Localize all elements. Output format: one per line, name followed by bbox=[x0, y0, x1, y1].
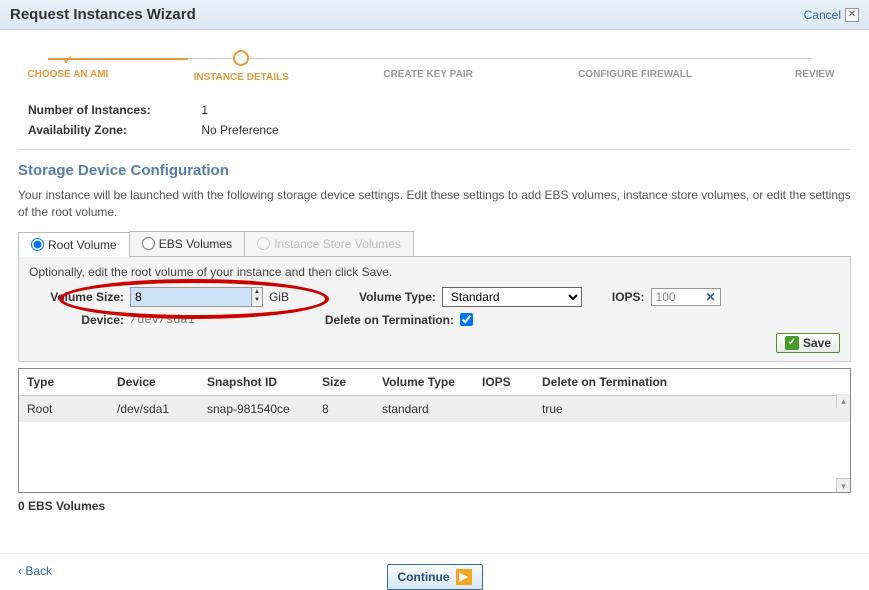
availability-zone-value: No Preference bbox=[201, 123, 278, 137]
step-configure-firewall: CONFIGURE FIREWALL bbox=[572, 53, 699, 80]
close-icon[interactable]: ✕ bbox=[845, 8, 859, 22]
tab-ebs-volumes[interactable]: EBS Volumes bbox=[129, 231, 245, 256]
ebs-volumes-count: 0 EBS Volumes bbox=[18, 499, 851, 513]
availability-zone-row: Availability Zone: No Preference bbox=[28, 123, 841, 137]
num-instances-row: Number of Instances: 1 bbox=[28, 103, 841, 117]
iops-field: 100 ✕ bbox=[651, 288, 721, 306]
cancel-link[interactable]: Cancel bbox=[804, 8, 841, 22]
check-icon: ✓ bbox=[18, 53, 118, 67]
tab-instance-store: Instance Store Volumes bbox=[244, 231, 414, 256]
step-choose-ami[interactable]: ✓ CHOOSE AN AMI bbox=[18, 53, 118, 80]
step-active-dot-icon bbox=[233, 50, 249, 66]
back-link[interactable]: ‹ Back bbox=[18, 564, 52, 578]
col-type: Type bbox=[27, 375, 117, 389]
col-size: Size bbox=[322, 375, 382, 389]
iops-clear-icon[interactable]: ✕ bbox=[705, 290, 715, 304]
col-snapshot: Snapshot ID bbox=[207, 375, 322, 389]
col-iops: IOPS bbox=[482, 375, 542, 389]
wizard-title: Request Instances Wizard bbox=[10, 6, 196, 23]
col-vtype: Volume Type bbox=[382, 375, 482, 389]
wizard-header: Request Instances Wizard Cancel ✕ bbox=[0, 0, 869, 30]
col-delete: Delete on Termination bbox=[542, 375, 842, 389]
step-review: REVIEW bbox=[778, 53, 851, 80]
tab-ebs-radio[interactable] bbox=[142, 237, 155, 250]
volume-type-label: Volume Type: bbox=[359, 290, 436, 304]
volume-size-input[interactable] bbox=[131, 288, 251, 306]
table-row[interactable]: Root /dev/sda1 snap-981540ce 8 standard … bbox=[19, 396, 850, 422]
availability-zone-label: Availability Zone: bbox=[28, 123, 198, 137]
num-instances-value: 1 bbox=[201, 103, 208, 117]
table-header: Type Device Snapshot ID Size Volume Type… bbox=[19, 369, 850, 396]
volume-size-unit: GiB bbox=[269, 290, 289, 304]
volumes-table: Type Device Snapshot ID Size Volume Type… bbox=[18, 368, 851, 493]
arrow-right-icon: ▶ bbox=[456, 569, 472, 585]
section-desc: Your instance will be launched with the … bbox=[18, 187, 851, 221]
panel-note: Optionally, edit the root volume of your… bbox=[29, 265, 840, 279]
cancel-group: Cancel ✕ bbox=[804, 8, 859, 22]
iops-label: IOPS: bbox=[612, 290, 645, 304]
step-create-key-pair: CREATE KEY PAIR bbox=[365, 53, 492, 80]
storage-tabs: Root Volume EBS Volumes Instance Store V… bbox=[18, 231, 851, 257]
spinner-down-icon[interactable]: ▼ bbox=[252, 296, 262, 304]
tab-root-radio[interactable] bbox=[31, 238, 44, 251]
tab-root-volume[interactable]: Root Volume bbox=[18, 232, 130, 257]
tab-instance-radio bbox=[257, 237, 270, 250]
volume-size-spinner[interactable]: ▲ ▼ bbox=[130, 287, 263, 307]
volume-size-label: Volume Size: bbox=[29, 290, 124, 304]
step-instance-details[interactable]: INSTANCE DETAILS bbox=[178, 50, 305, 83]
scroll-down-icon[interactable]: ▾ bbox=[836, 478, 850, 492]
delete-on-termination-checkbox[interactable] bbox=[460, 313, 473, 326]
device-label: Device: bbox=[29, 313, 124, 327]
device-value: /dev/sda1 bbox=[130, 313, 195, 327]
continue-button[interactable]: Continue ▶ bbox=[387, 564, 483, 590]
section-title: Storage Device Configuration bbox=[18, 162, 851, 179]
delete-on-termination-label: Delete on Termination: bbox=[325, 313, 454, 327]
root-volume-panel: Optionally, edit the root volume of your… bbox=[18, 257, 851, 362]
check-icon: ✓ bbox=[785, 336, 799, 350]
scroll-up-icon[interactable]: ▴ bbox=[836, 394, 850, 408]
num-instances-label: Number of Instances: bbox=[28, 103, 198, 117]
volume-type-select[interactable]: Standard bbox=[442, 287, 582, 307]
col-device: Device bbox=[117, 375, 207, 389]
spinner-up-icon[interactable]: ▲ bbox=[252, 288, 262, 296]
wizard-steps: ✓ CHOOSE AN AMI INSTANCE DETAILS CREATE … bbox=[18, 50, 851, 83]
save-button[interactable]: ✓ Save bbox=[776, 333, 840, 353]
